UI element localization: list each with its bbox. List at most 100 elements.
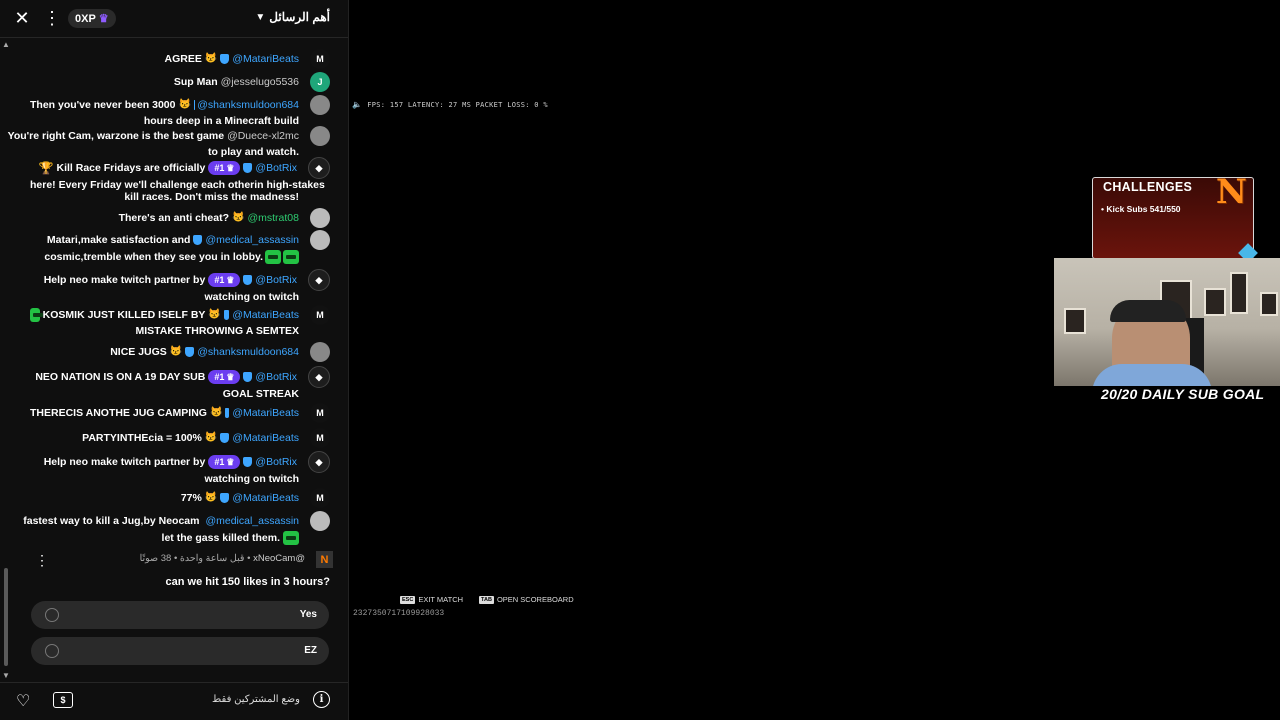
verified-shield-icon xyxy=(225,408,230,418)
message-author[interactable]: @MatariBeats xyxy=(232,309,299,321)
message-text: Help neo make twitch partner by xyxy=(43,456,206,468)
avatar[interactable]: M xyxy=(310,305,330,325)
crown-icon: ♛ xyxy=(226,275,235,285)
verified-shield-icon xyxy=(193,235,203,245)
avatar[interactable]: ◆ xyxy=(308,366,330,388)
crown-icon: ♛ xyxy=(98,13,109,25)
perf-text: FPS: 157 LATENCY: 27 MS PACKET LOSS: 0 % xyxy=(367,101,548,109)
message-text-continued: watching on twitch xyxy=(204,473,300,485)
chat-message: Matari,make satisfaction and @medical_as… xyxy=(30,230,330,264)
rank-badge: #1 ♛ xyxy=(208,455,241,469)
more-vert-icon[interactable]: ⋮ xyxy=(40,6,64,30)
verified-shield-icon xyxy=(243,372,253,382)
message-text: Sup Man xyxy=(173,76,218,88)
message-author[interactable]: @BotRix xyxy=(255,371,297,383)
message-text: Help neo make twitch partner by xyxy=(43,274,206,286)
message-author[interactable]: @Duece-xl2mc xyxy=(227,130,299,142)
emote-icon xyxy=(30,308,43,322)
message-author[interactable]: @MatariBeats xyxy=(232,407,299,419)
avatar[interactable]: ◆ xyxy=(308,451,330,473)
avatar[interactable]: ◆ xyxy=(308,269,330,291)
chat-message: PARTYINTHEcia = 100% 😾 @MatariBeats M xyxy=(30,428,330,448)
chat-message: Help neo make twitch partner by #1 ♛ @Bot… xyxy=(30,451,330,485)
message-author[interactable]: @medical_assassin xyxy=(205,234,299,246)
emote-icon xyxy=(283,250,299,264)
avatar[interactable]: M xyxy=(310,403,330,423)
super-chat-icon[interactable]: $ xyxy=(53,692,73,708)
chat-message: Then you've never been 3000 😾 @shanksmul… xyxy=(30,95,330,127)
wall-poster xyxy=(1260,292,1278,316)
message-text: fastest way to kill a Jug,by Neocam xyxy=(23,515,200,527)
sub-goal-banner: 20/20 DAILY SUB GOAL xyxy=(1101,386,1265,402)
message-author[interactable]: @jesselugo5536 xyxy=(221,76,299,88)
message-author[interactable]: @BotRix xyxy=(255,274,297,286)
poll-author[interactable]: @xNeoCam xyxy=(253,553,305,564)
scroll-down-arrow-icon[interactable]: ▼ xyxy=(2,671,10,680)
headset xyxy=(1110,300,1186,322)
mute-speaker-icon: 🔈 xyxy=(352,100,363,109)
radio-button[interactable] xyxy=(45,608,59,622)
crown-icon: ♛ xyxy=(226,372,235,382)
chat-message: AGREE 😾 @MatariBeats M xyxy=(30,49,330,69)
chat-message: You're right Cam, warzone is the best ga… xyxy=(8,126,330,158)
message-author[interactable]: @medical_assassin xyxy=(205,515,299,527)
chat-message: Help neo make twitch partner by #1 ♛ @Bot… xyxy=(30,269,330,303)
message-author[interactable]: @BotRix xyxy=(255,456,297,468)
avatar[interactable]: M xyxy=(310,49,330,69)
message-text: NICE JUGS xyxy=(110,346,167,358)
avatar[interactable]: M xyxy=(310,428,330,448)
message-text: AGREE xyxy=(164,53,202,65)
more-vert-icon[interactable]: ⋮ xyxy=(35,552,49,569)
moderator-badge-icon: 😾 xyxy=(208,309,221,320)
moderator-badge-icon: 😾 xyxy=(204,53,218,64)
rank-badge: #1 ♛ xyxy=(208,161,241,175)
message-text: THERECIS ANOTHE JUG CAMPING xyxy=(30,407,207,419)
message-author[interactable]: @MatariBeats xyxy=(232,53,299,65)
subscribers-only-notice: وضع المشتركين فقط xyxy=(212,694,300,705)
chat-message: NICE JUGS 😾 @shanksmuldoon684 xyxy=(30,342,330,362)
avatar[interactable] xyxy=(310,126,330,146)
avatar[interactable]: M xyxy=(310,488,330,508)
poll-option[interactable]: EZ xyxy=(31,637,329,665)
chat-header: ✕ ⋮ 0XP ♛ أهم الرسائل ▼ xyxy=(0,0,348,38)
message-author[interactable]: @MatariBeats xyxy=(232,432,299,444)
match-id: 2327350717109928033 xyxy=(353,609,445,618)
challenges-widget: CHALLENGES • Kick Subs 541/550 N xyxy=(1092,172,1258,263)
avatar[interactable] xyxy=(310,208,330,228)
message-author[interactable]: @shanksmuldoon684 xyxy=(197,346,299,358)
radio-button[interactable] xyxy=(45,644,59,658)
avatar[interactable]: J xyxy=(310,72,330,92)
scroll-up-arrow-icon[interactable]: ▲ xyxy=(2,40,10,49)
scroll-thumb[interactable] xyxy=(4,568,8,666)
verified-shield-icon xyxy=(223,310,230,320)
heart-icon[interactable]: ♡ xyxy=(16,691,30,711)
message-author[interactable]: @mstrat08 xyxy=(247,212,299,224)
message-text: You're right Cam, warzone is the best ga… xyxy=(7,130,225,142)
close-icon[interactable]: ✕ xyxy=(10,6,34,30)
avatar[interactable] xyxy=(310,95,330,115)
avatar[interactable] xyxy=(310,511,330,531)
message-author[interactable]: @MatariBeats xyxy=(232,492,299,504)
message-text-continued: here! Every Friday we'll challenge each … xyxy=(30,179,325,191)
xp-badge[interactable]: 0XP ♛ xyxy=(68,9,116,28)
wall-poster xyxy=(1204,288,1226,316)
channel-logo: N xyxy=(1215,172,1247,212)
poll-option[interactable]: Yes xyxy=(31,601,329,629)
moderator-badge-icon: 😾 xyxy=(209,407,223,418)
message-author[interactable]: @shanksmuldoon684 xyxy=(197,99,299,111)
chat-mode-label: أهم الرسائل xyxy=(269,10,330,24)
chat-footer: ♡ $ وضع المشتركين فقط i xyxy=(0,682,348,720)
verified-shield-icon xyxy=(220,433,230,443)
avatar[interactable] xyxy=(310,342,330,362)
message-author[interactable]: @BotRix xyxy=(255,162,297,174)
trophy-icon: 🏆 xyxy=(38,161,54,175)
info-icon[interactable]: i xyxy=(313,691,330,708)
message-text: 77% xyxy=(180,492,202,504)
avatar[interactable] xyxy=(310,230,330,250)
avatar[interactable]: N xyxy=(316,551,333,568)
verified-shield-icon xyxy=(243,275,253,285)
chat-message: NEO NATION IS ON A 19 DAY SUB #1 ♛ @BotRi… xyxy=(30,366,330,400)
crown-icon: ♛ xyxy=(226,457,235,467)
chat-mode-dropdown[interactable]: أهم الرسائل ▼ xyxy=(255,10,330,24)
avatar[interactable]: ◆ xyxy=(308,157,330,179)
